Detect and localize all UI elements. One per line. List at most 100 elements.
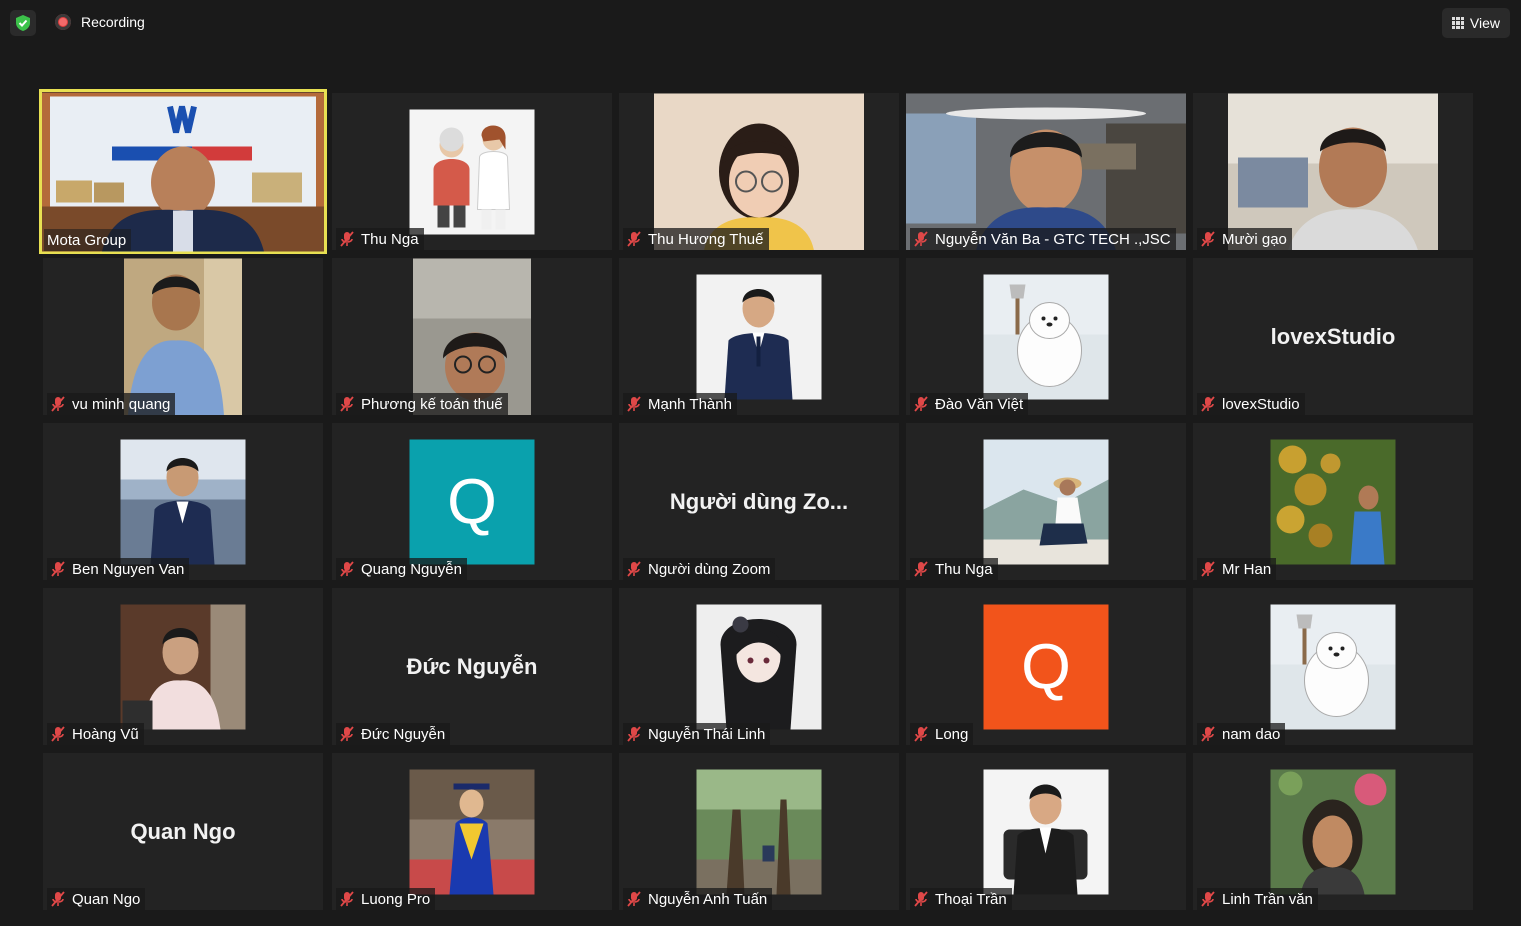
- participant-tile-muoi-gao[interactable]: Mười gạo: [1193, 93, 1473, 250]
- participant-tile-nguoi-dung-zoom[interactable]: Người dùng Zo... Người dùng Zoom: [619, 423, 899, 580]
- participant-video: [654, 93, 864, 250]
- participant-name-label: Thu Nga: [336, 228, 424, 250]
- muted-mic-icon: [627, 231, 641, 247]
- participant-tile-nam-dao[interactable]: nam dao: [1193, 588, 1473, 745]
- participant-tile-ben-nguyen-van[interactable]: Ben Nguyen Van: [43, 423, 323, 580]
- participant-name-label: Ben Nguyen Van: [47, 558, 190, 580]
- muted-mic-icon: [627, 726, 641, 742]
- participant-name-label: Đức Nguyễn: [336, 723, 451, 745]
- participant-video: [1270, 769, 1396, 894]
- participant-name-label: Thoại Trần: [910, 888, 1012, 910]
- participant-tile-duc-nguyen[interactable]: Đức Nguyễn Đức Nguyễn: [332, 588, 612, 745]
- participant-tile-thu-huong-thue[interactable]: Thu Hương Thuế: [619, 93, 899, 250]
- participant-name-label: Đào Văn Việt: [910, 393, 1029, 415]
- participant-tile-nguyen-thai-linh[interactable]: Nguyễn Thái Linh: [619, 588, 899, 745]
- participant-video: [120, 604, 246, 729]
- muted-mic-icon: [51, 726, 65, 742]
- participant-tile-mr-han[interactable]: Mr Han: [1193, 423, 1473, 580]
- muted-mic-icon: [340, 561, 354, 577]
- participant-name-label: Luong Pro: [336, 888, 436, 910]
- muted-mic-icon: [1201, 726, 1215, 742]
- muted-mic-icon: [340, 726, 354, 742]
- muted-mic-icon: [51, 561, 65, 577]
- participant-tile-long[interactable]: Q Long: [906, 588, 1186, 745]
- participant-video: [696, 604, 822, 729]
- participant-tile-mota-group[interactable]: Mota Group: [39, 89, 327, 254]
- participant-name-label: Nguyễn Anh Tuấn: [623, 888, 773, 910]
- participant-name-label: Mr Han: [1197, 558, 1277, 580]
- participant-tile-manh-thanh[interactable]: Mạnh Thành: [619, 258, 899, 415]
- participant-tile-linh-tran-van[interactable]: Linh Trần văn: [1193, 753, 1473, 910]
- participant-tile-quan-ngo[interactable]: Quan Ngo Quan Ngo: [43, 753, 323, 910]
- participant-tile-nguyen-anh-tuan[interactable]: Nguyễn Anh Tuấn: [619, 753, 899, 910]
- participant-name-label: lovexStudio: [1197, 393, 1305, 415]
- participant-tile-dao-van-viet[interactable]: Đào Văn Việt: [906, 258, 1186, 415]
- muted-mic-icon: [340, 396, 354, 412]
- muted-mic-icon: [1201, 231, 1215, 247]
- participant-name-label: Thu Nga: [910, 558, 998, 580]
- muted-mic-icon: [340, 231, 354, 247]
- view-label: View: [1469, 15, 1500, 31]
- muted-mic-icon: [914, 726, 928, 742]
- participant-tile-phuong-ke-toan-thue[interactable]: Phương kế toán thuế: [332, 258, 612, 415]
- security-shield-icon[interactable]: [10, 10, 36, 36]
- participant-video: [983, 274, 1109, 399]
- muted-mic-icon: [627, 891, 641, 907]
- muted-mic-icon: [627, 561, 641, 577]
- participant-name-label: Hoàng Vũ: [47, 723, 144, 745]
- muted-mic-icon: [914, 231, 928, 247]
- meeting-top-bar: Recording View: [0, 0, 1521, 48]
- participant-video: [1270, 439, 1396, 564]
- participant-video: [906, 93, 1186, 250]
- participant-video: [983, 439, 1109, 564]
- participant-tile-thu-nga-2[interactable]: Thu Nga: [906, 423, 1186, 580]
- participant-name-label: Phương kế toán thuế: [336, 393, 508, 415]
- muted-mic-icon: [914, 561, 928, 577]
- participant-video: [1228, 93, 1438, 250]
- participant-display-name: Đức Nguyễn: [406, 653, 538, 679]
- participant-tile-quang-nguyen[interactable]: Q Quang Nguyễn: [332, 423, 612, 580]
- participant-name-label: Long: [910, 723, 974, 745]
- participant-tile-thoai-tran[interactable]: Thoại Trần: [906, 753, 1186, 910]
- participant-name-label: vu minh quang: [47, 393, 176, 415]
- grid-view-icon: [1451, 17, 1464, 29]
- participant-name-label: Mạnh Thành: [623, 393, 737, 415]
- participant-tile-nguyen-van-ba[interactable]: Nguyễn Văn Ba - GTC TECH .,JSC: [906, 93, 1186, 250]
- participant-name-label: Nguyễn Văn Ba - GTC TECH .,JSC: [910, 228, 1176, 250]
- participant-video: [42, 92, 324, 251]
- participant-name-label: Quan Ngo: [47, 888, 146, 910]
- muted-mic-icon: [1201, 891, 1215, 907]
- participant-tile-thu-nga[interactable]: Thu Nga: [332, 93, 612, 250]
- participant-video: [983, 769, 1109, 894]
- participant-tile-vu-minh-quang[interactable]: vu minh quang: [43, 258, 323, 415]
- muted-mic-icon: [51, 396, 65, 412]
- participant-tile-lovexstudio[interactable]: lovexStudio lovexStudio: [1193, 258, 1473, 415]
- muted-mic-icon: [627, 396, 641, 412]
- recording-label: Recording: [81, 14, 145, 30]
- participant-video: [120, 439, 246, 564]
- participant-video: [696, 274, 822, 399]
- muted-mic-icon: [51, 891, 65, 907]
- muted-mic-icon: [1201, 396, 1215, 412]
- participant-name-label: Người dùng Zoom: [623, 558, 776, 580]
- muted-mic-icon: [914, 891, 928, 907]
- recording-indicator[interactable]: Recording: [55, 14, 145, 30]
- participant-video: [1270, 604, 1396, 729]
- participant-avatar: Q: [983, 604, 1109, 729]
- participant-video: [409, 109, 535, 234]
- muted-mic-icon: [340, 891, 354, 907]
- participant-name-label: Nguyễn Thái Linh: [623, 723, 771, 745]
- view-button[interactable]: View: [1441, 8, 1510, 38]
- participant-video: [124, 258, 242, 415]
- recording-icon: [55, 14, 71, 30]
- participant-tile-hoang-vu[interactable]: Hoàng Vũ: [43, 588, 323, 745]
- participant-video: [413, 258, 531, 415]
- participant-name-label: Mười gạo: [1197, 228, 1292, 250]
- participant-display-name: lovexStudio: [1270, 323, 1396, 349]
- participant-tile-luong-pro[interactable]: Luong Pro: [332, 753, 612, 910]
- muted-mic-icon: [1201, 561, 1215, 577]
- participant-name-label: Thu Hương Thuế: [623, 228, 769, 250]
- participant-video: [696, 769, 822, 894]
- participant-name-label: Mota Group: [44, 229, 132, 251]
- participant-name-label: Linh Trần văn: [1197, 888, 1318, 910]
